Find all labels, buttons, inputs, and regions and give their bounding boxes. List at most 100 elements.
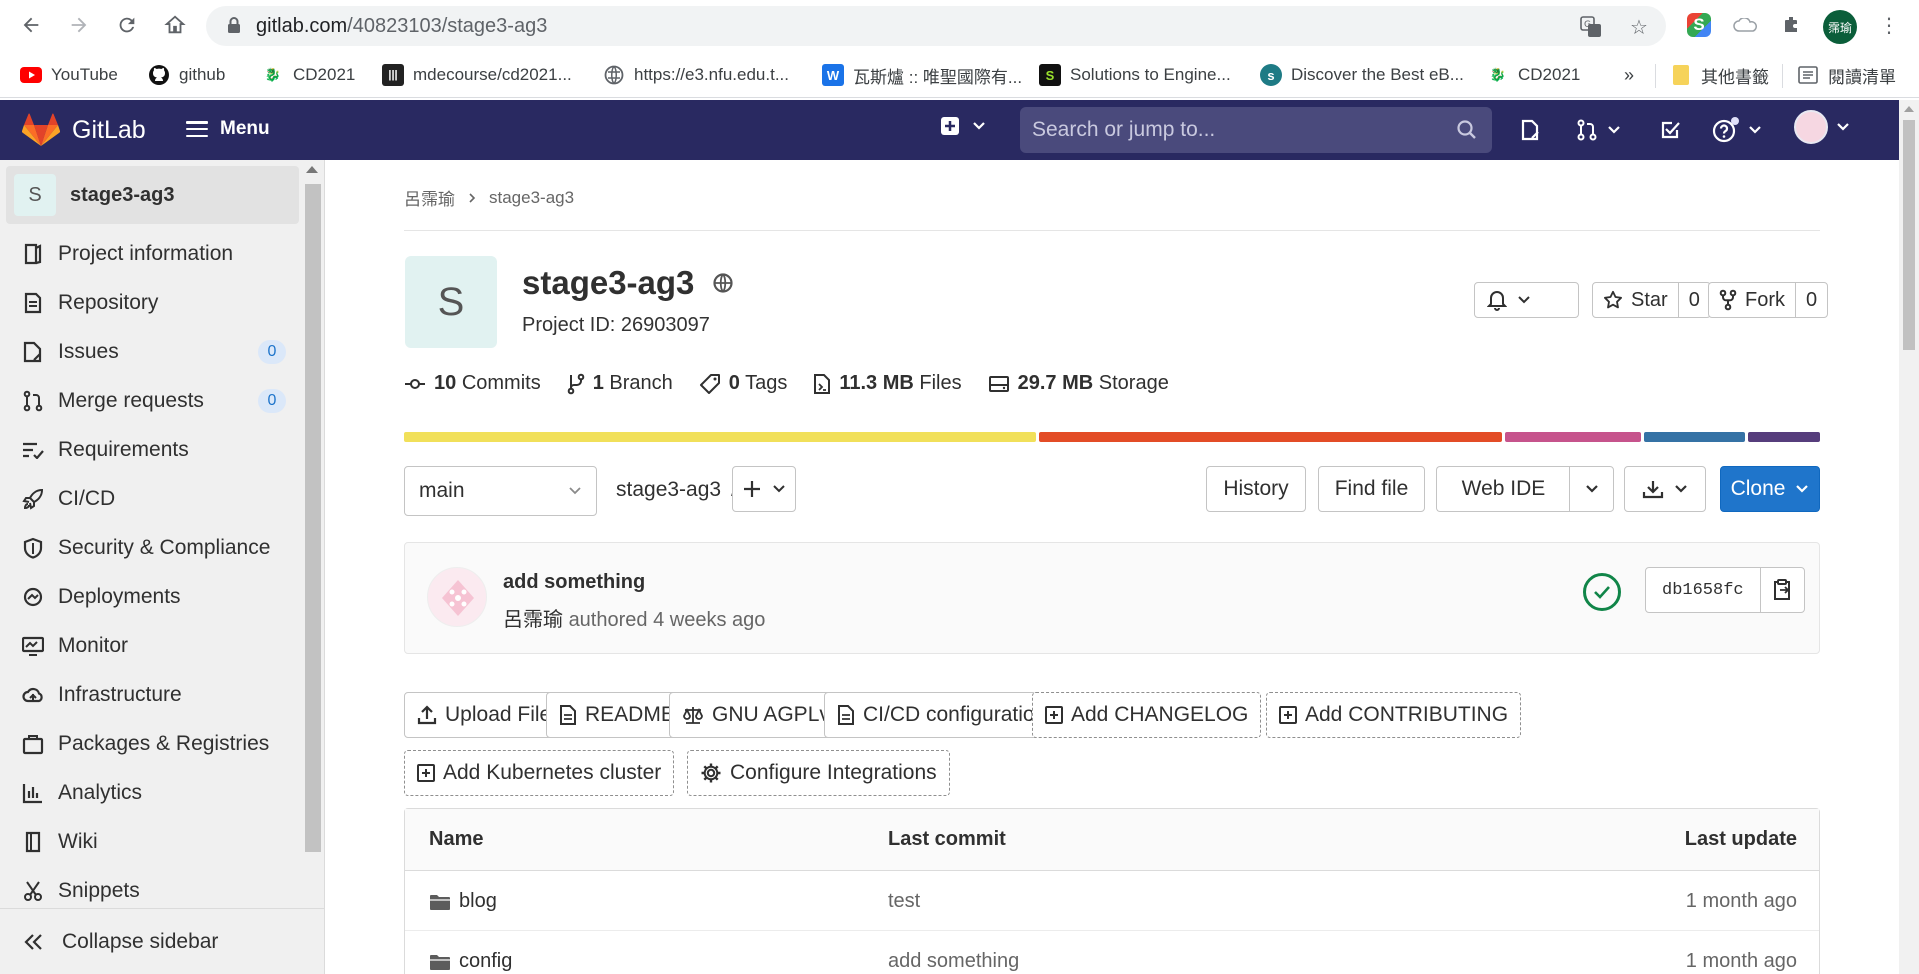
star-button[interactable]: Star 0 bbox=[1592, 282, 1711, 318]
reading-list[interactable]: 閱讀清單 bbox=[1797, 62, 1896, 88]
gitlab-logo-icon[interactable] bbox=[22, 113, 60, 147]
search-input[interactable]: Search or jump to... bbox=[1020, 107, 1492, 153]
user-menu[interactable] bbox=[1794, 110, 1850, 144]
commit-author[interactable]: 呂霈瑜 bbox=[503, 609, 563, 631]
bookmark-gas-stove[interactable]: W 瓦斯爐 :: 唯聖國際有... bbox=[822, 62, 1022, 88]
back-icon[interactable] bbox=[16, 10, 46, 40]
table-row[interactable]: config add something 1 month ago bbox=[405, 931, 1819, 974]
url-text[interactable]: gitlab.com/40823103/stage3-ag3 bbox=[256, 15, 547, 38]
extension-s-icon[interactable]: S bbox=[1687, 13, 1711, 37]
address-bar[interactable]: gitlab.com/40823103/stage3-ag3 G ☆ bbox=[206, 6, 1666, 46]
branch-selector[interactable]: main bbox=[404, 466, 597, 516]
sidebar-item-snippets[interactable]: Snippets bbox=[22, 871, 292, 911]
last-commit-message[interactable]: add something bbox=[888, 950, 1019, 973]
sidebar-item-merge-requests[interactable]: Merge requests 0 bbox=[22, 381, 292, 421]
history-button[interactable]: History bbox=[1206, 466, 1306, 512]
new-dropdown[interactable] bbox=[940, 116, 986, 136]
bookmark-cd2021-2[interactable]: 🐉 CD2021 bbox=[1487, 62, 1580, 88]
gitlab-brand[interactable]: GitLab bbox=[72, 116, 146, 145]
add-kubernetes-cluster-button[interactable]: Add Kubernetes cluster bbox=[404, 750, 675, 796]
extensions-puzzle-icon[interactable] bbox=[1778, 11, 1806, 39]
page-scrollbar[interactable] bbox=[1899, 100, 1919, 974]
language-segment[interactable] bbox=[1505, 432, 1642, 442]
sidebar-item-wiki[interactable]: Wiki bbox=[22, 822, 292, 862]
breadcrumb-project[interactable]: stage3-ag3 bbox=[489, 188, 574, 208]
notifications-dropdown[interactable] bbox=[1474, 282, 1579, 318]
sidebar-item-requirements[interactable]: Requirements bbox=[22, 430, 292, 470]
bookmark-youtube[interactable]: YouTube bbox=[20, 62, 118, 88]
sidebar-scrollbar[interactable] bbox=[302, 166, 322, 866]
branch-stat[interactable]: 1 Branch bbox=[567, 372, 673, 395]
bookmark-scribd[interactable]: s Discover the Best eB... bbox=[1260, 62, 1464, 88]
bookmarks-more[interactable]: » bbox=[1624, 62, 1634, 88]
sidebar-item-repository[interactable]: Repository bbox=[22, 283, 292, 323]
other-bookmarks[interactable]: 其他書籤 bbox=[1670, 62, 1769, 88]
sidebar-project-context[interactable]: S stage3-ag3 bbox=[6, 166, 299, 224]
sidebar-item-infrastructure[interactable]: Infrastructure bbox=[22, 675, 292, 715]
fork-count[interactable]: 0 bbox=[1795, 283, 1827, 317]
more-vert-icon[interactable]: ⋮ bbox=[1875, 11, 1903, 39]
bookmark-github[interactable]: github bbox=[148, 62, 225, 88]
add-to-tree-dropdown[interactable] bbox=[732, 466, 796, 512]
scroll-up-arrow-icon[interactable] bbox=[306, 166, 318, 173]
web-ide-dropdown[interactable] bbox=[1569, 466, 1614, 512]
language-segment[interactable] bbox=[1038, 432, 1503, 442]
star-count[interactable]: 0 bbox=[1677, 283, 1710, 317]
tags-stat[interactable]: 0 Tags bbox=[699, 372, 787, 395]
storage-stat[interactable]: 29.7 MB Storage bbox=[988, 372, 1169, 395]
sidebar-item-project-information[interactable]: Project information bbox=[22, 234, 292, 274]
file-name-cell[interactable]: config bbox=[429, 950, 512, 973]
add-contributing-button[interactable]: Add CONTRIBUTING bbox=[1266, 692, 1522, 738]
find-file-button[interactable]: Find file bbox=[1318, 466, 1425, 512]
collapse-sidebar-button[interactable]: Collapse sidebar bbox=[0, 908, 324, 974]
merge-requests-header-button[interactable] bbox=[1575, 116, 1621, 144]
language-segment[interactable] bbox=[1644, 432, 1746, 442]
repository-languages-bar[interactable] bbox=[404, 432, 1820, 442]
bookmark-mdecourse[interactable]: ||| mdecourse/cd2021... bbox=[382, 62, 572, 88]
commits-stat[interactable]: 10 Commits bbox=[404, 372, 541, 395]
profile-avatar[interactable]: 霈瑜 bbox=[1823, 10, 1857, 44]
translate-icon[interactable]: G bbox=[1580, 16, 1602, 38]
menu-button[interactable]: Menu bbox=[186, 118, 270, 140]
bookmark-solutions[interactable]: S Solutions to Engine... bbox=[1039, 62, 1231, 88]
issues-header-button[interactable] bbox=[1518, 116, 1542, 144]
commit-sha[interactable]: db1658fc bbox=[1646, 581, 1760, 600]
upload-file-button[interactable]: Upload File bbox=[404, 692, 565, 738]
help-header-button[interactable] bbox=[1712, 116, 1762, 144]
sidebar-item-issues[interactable]: Issues 0 bbox=[22, 332, 292, 372]
star-bookmark-icon[interactable]: ☆ bbox=[1628, 16, 1650, 39]
page-scroll-thumb[interactable] bbox=[1903, 120, 1915, 350]
breadcrumb-owner[interactable]: 呂霈瑜 bbox=[404, 185, 455, 210]
sidebar-item-analytics[interactable]: Analytics bbox=[22, 773, 292, 813]
sidebar-item-packages-registries[interactable]: Packages & Registries bbox=[22, 724, 292, 764]
table-row[interactable]: blog test 1 month ago bbox=[405, 871, 1819, 931]
repo-path-root[interactable]: stage3-ag3 bbox=[616, 478, 721, 502]
add-changelog-button[interactable]: Add CHANGELOG bbox=[1032, 692, 1262, 738]
lock-icon[interactable] bbox=[226, 16, 244, 34]
project-id[interactable]: Project ID: 26903097 bbox=[522, 314, 710, 337]
home-icon[interactable] bbox=[160, 10, 190, 40]
language-segment[interactable] bbox=[404, 432, 1036, 442]
download-dropdown[interactable] bbox=[1624, 466, 1706, 512]
extension-cloud-icon[interactable] bbox=[1732, 11, 1760, 39]
ci-cd-configuration-button[interactable]: CI/CD configuration bbox=[824, 692, 1060, 738]
reload-icon[interactable] bbox=[112, 10, 142, 40]
scroll-up-arrow-icon[interactable] bbox=[1904, 106, 1914, 112]
bookmark-cd2021[interactable]: 🐉 CD2021 bbox=[262, 62, 355, 88]
commit-author-avatar[interactable] bbox=[427, 567, 487, 627]
copy-sha-button[interactable] bbox=[1759, 568, 1804, 612]
bookmark-e3[interactable]: https://e3.nfu.edu.t... bbox=[603, 62, 789, 88]
readme-button[interactable]: README bbox=[546, 692, 688, 738]
todos-header-button[interactable] bbox=[1658, 116, 1682, 144]
forward-icon[interactable] bbox=[64, 10, 94, 40]
configure-integrations-button[interactable]: Configure Integrations bbox=[687, 750, 950, 796]
clone-button[interactable]: Clone bbox=[1720, 466, 1820, 512]
sidebar-item-ci-cd[interactable]: CI/CD bbox=[22, 479, 292, 519]
sidebar-item-monitor[interactable]: Monitor bbox=[22, 626, 292, 666]
web-ide-button[interactable]: Web IDE bbox=[1436, 466, 1570, 512]
fork-button[interactable]: Fork 0 bbox=[1708, 282, 1829, 318]
file-name-cell[interactable]: blog bbox=[429, 890, 497, 913]
sidebar-item-security-compliance[interactable]: Security & Compliance bbox=[22, 528, 292, 568]
last-commit-message[interactable]: test bbox=[888, 890, 920, 913]
language-segment[interactable] bbox=[1748, 432, 1820, 442]
